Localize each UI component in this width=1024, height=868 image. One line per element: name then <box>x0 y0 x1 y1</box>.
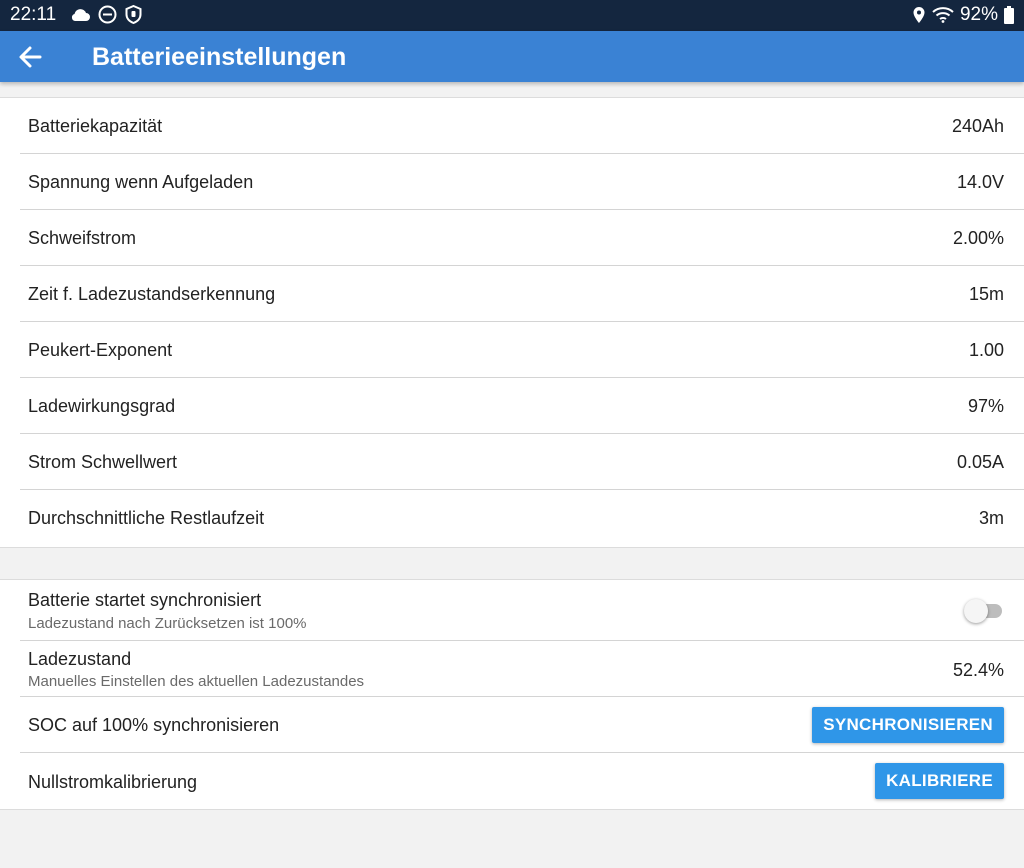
setting-value: 97% <box>967 396 1004 416</box>
setting-label: Zeit f. Ladezustandserkennung <box>28 284 276 304</box>
setting-sync-soc: SOC auf 100% synchronisieren SYNCHRONISI… <box>20 697 1024 753</box>
setting-label: Batteriekapazität <box>28 116 163 136</box>
setting-tail-current[interactable]: Schweifstrom 2.00% <box>20 210 1024 266</box>
battery-settings-list: Batteriekapazität 240Ah Spannung wenn Au… <box>0 97 1024 548</box>
status-time: 22:11 <box>10 4 57 25</box>
setting-value: 1.00 <box>968 340 1004 360</box>
setting-value: 3m <box>978 508 1004 528</box>
setting-current-threshold[interactable]: Strom Schwellwert 0.05A <box>20 434 1024 490</box>
toggle-thumb <box>964 599 988 623</box>
status-bar: 22:11 92% <box>0 0 1024 31</box>
app-bar: Batterieeinstellungen <box>0 31 1024 82</box>
setting-value: 0.05A <box>956 452 1004 472</box>
setting-value: 240Ah <box>951 116 1004 136</box>
back-button[interactable] <box>16 43 46 71</box>
shield-icon <box>125 5 142 24</box>
location-icon <box>913 7 925 23</box>
page-title: Batterieeinstellungen <box>92 43 347 71</box>
setting-subtitle: Manuelles Einstellen des aktuellen Ladez… <box>28 673 365 690</box>
status-left-icons <box>70 5 142 24</box>
setting-label: Durchschnittliche Restlaufzeit <box>28 508 265 528</box>
setting-state-of-charge[interactable]: Ladezustand Manuelles Einstellen des akt… <box>20 641 1024 697</box>
setting-charge-detection-time[interactable]: Zeit f. Ladezustandserkennung 15m <box>20 266 1024 322</box>
status-right: 92% <box>912 4 1014 26</box>
battery-percent: 92% <box>959 4 998 25</box>
setting-label: Ladewirkungsgrad <box>28 396 176 416</box>
setting-battery-capacity[interactable]: Batteriekapazität 240Ah <box>20 98 1024 154</box>
setting-title: Ladezustand <box>28 649 132 669</box>
setting-value: 14.0V <box>956 172 1004 192</box>
setting-average-runtime[interactable]: Durchschnittliche Restlaufzeit 3m <box>20 490 1024 546</box>
setting-title: Batterie startet synchronisiert <box>28 590 262 610</box>
setting-label: Schweifstrom <box>28 228 137 248</box>
do-not-disturb-icon <box>98 5 117 24</box>
battery-icon <box>1004 6 1014 24</box>
setting-label: Spannung wenn Aufgeladen <box>28 172 254 192</box>
synchronize-button[interactable]: SYNCHRONISIEREN <box>812 707 1004 743</box>
setting-zero-current-calibration: Nullstromkalibrierung KALIBRIERE <box>20 753 1024 810</box>
setting-value: 52.4% <box>952 660 1004 680</box>
setting-value: 2.00% <box>952 228 1004 248</box>
setting-start-synchronized[interactable]: Batterie startet synchronisiert Ladezust… <box>20 580 1024 641</box>
setting-label: Peukert-Exponent <box>28 340 173 360</box>
setting-value: 15m <box>968 284 1004 304</box>
setting-subtitle: Ladezustand nach Zurücksetzen ist 100% <box>28 615 307 632</box>
sync-settings-list: Batterie startet synchronisiert Ladezust… <box>0 579 1024 810</box>
wifi-icon <box>932 7 954 23</box>
calibrate-button[interactable]: KALIBRIERE <box>875 763 1004 799</box>
setting-title: SOC auf 100% synchronisieren <box>28 715 280 735</box>
cloud-icon <box>71 8 90 21</box>
setting-label: Strom Schwellwert <box>28 452 178 472</box>
setting-title: Nullstromkalibrierung <box>28 772 198 792</box>
setting-peukert-exponent[interactable]: Peukert-Exponent 1.00 <box>20 322 1024 378</box>
arrow-left-icon <box>19 46 42 68</box>
start-synced-toggle[interactable] <box>964 599 1004 623</box>
setting-charge-efficiency[interactable]: Ladewirkungsgrad 97% <box>20 378 1024 434</box>
setting-charged-voltage[interactable]: Spannung wenn Aufgeladen 14.0V <box>20 154 1024 210</box>
